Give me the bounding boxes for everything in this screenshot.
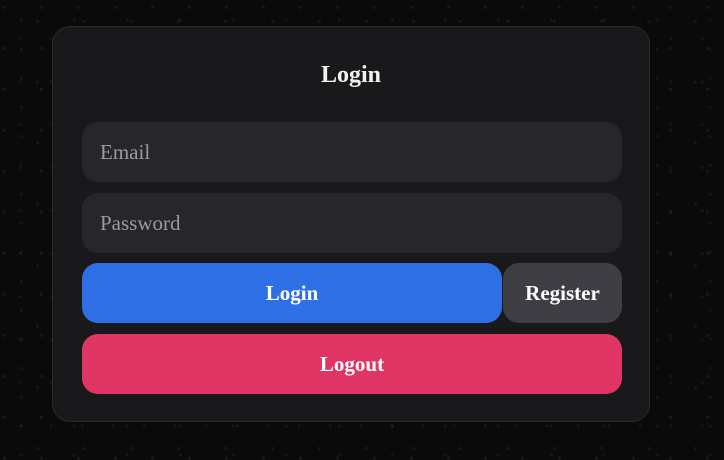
email-field[interactable]: [82, 122, 622, 182]
register-button[interactable]: Register: [503, 263, 622, 323]
login-title: Login: [320, 62, 382, 88]
login-card: Login Login Register Logout: [52, 26, 650, 422]
logout-button[interactable]: Logout: [82, 334, 622, 394]
login-button[interactable]: Login: [82, 263, 502, 323]
password-field[interactable]: [82, 193, 622, 253]
